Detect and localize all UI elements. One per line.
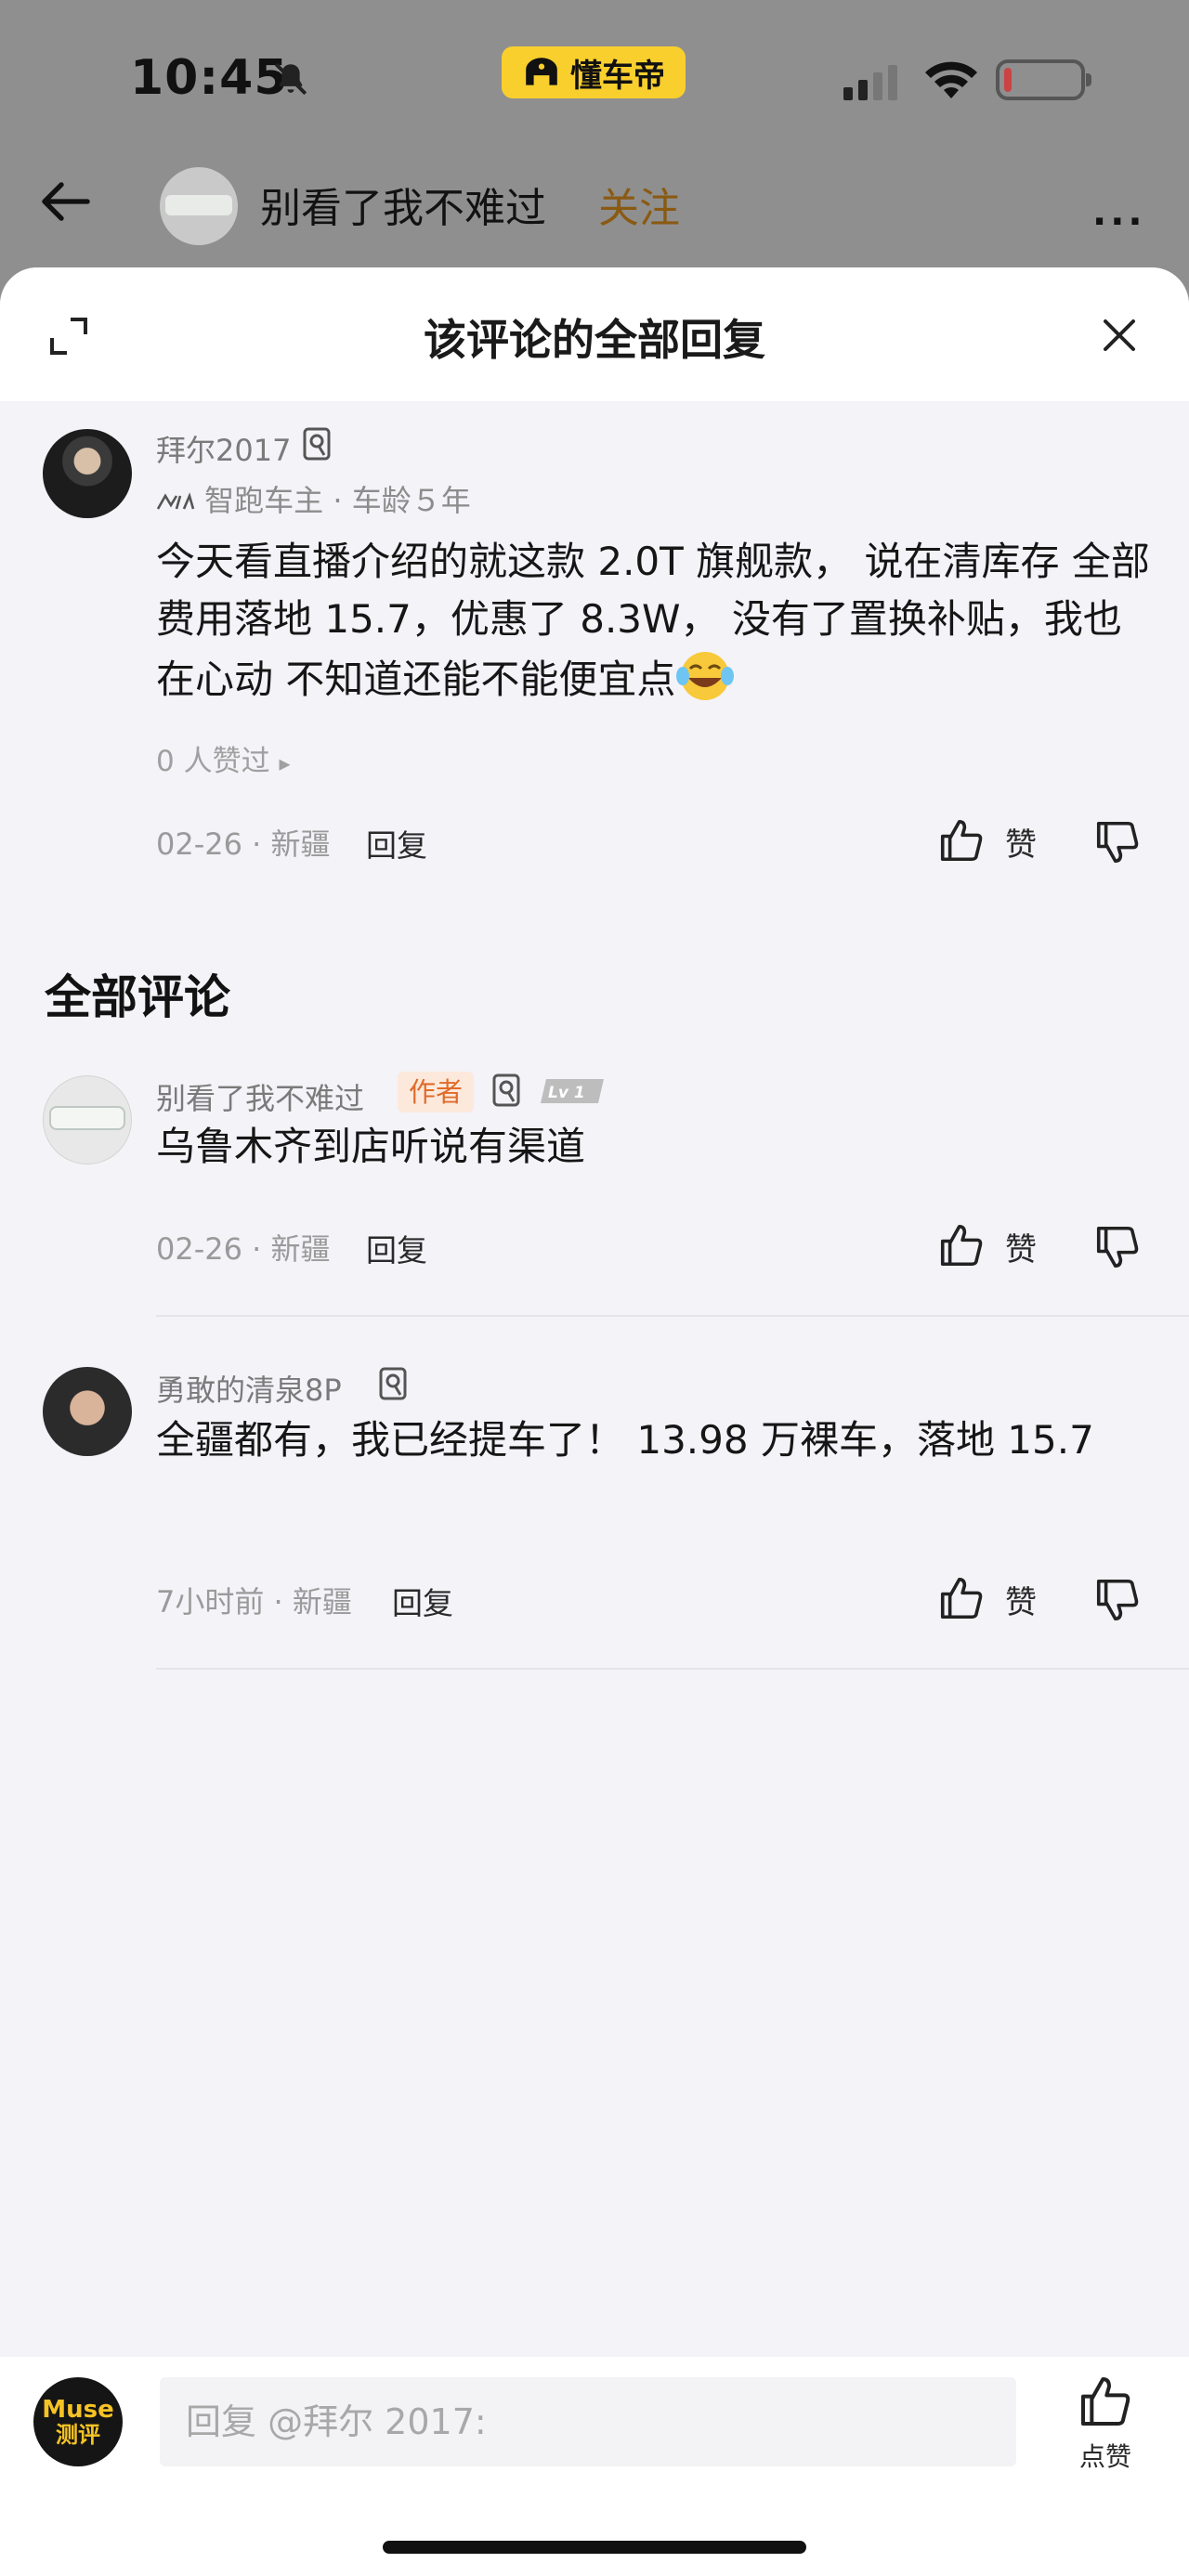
reply-input[interactable] <box>160 2377 1016 2466</box>
battery-icon <box>996 59 1091 100</box>
all-comments-title: 全部评论 <box>45 970 230 1024</box>
page-header: 别看了我不难过 关注 ··· <box>0 149 1189 269</box>
bell-muted-icon <box>274 62 307 96</box>
wifi-icon <box>925 61 977 98</box>
like-label[interactable]: 赞 <box>1005 819 1037 865</box>
verified-owner-badge-icon <box>379 1367 407 1400</box>
like-comment-button[interactable]: 点赞 <box>1059 2372 1152 2474</box>
thumbs-down-icon[interactable] <box>1092 1222 1143 1272</box>
comment-text: 全疆都有，我已经提车了！ 13.98 万裸车，落地 15.7 <box>156 1417 1094 1463</box>
comment-date-location: 02-26 · 新疆 <box>156 826 331 862</box>
commenter-name[interactable]: 别看了我不难过 <box>156 1075 364 1118</box>
thumbs-up-icon[interactable] <box>936 1220 986 1270</box>
author-tag: 作者 <box>398 1072 475 1112</box>
follow-button[interactable]: 关注 <box>598 175 680 234</box>
level-badge-text: Lv 1 <box>548 1084 585 1102</box>
like-label[interactable]: 赞 <box>1005 1224 1037 1269</box>
commenter-avatar[interactable] <box>43 429 132 518</box>
thumbs-down-icon[interactable] <box>1092 1575 1143 1625</box>
comment-text: 乌鲁木齐到店听说有渠道 <box>156 1124 586 1169</box>
close-icon[interactable] <box>1098 314 1141 357</box>
commenter-avatar[interactable] <box>43 1075 132 1164</box>
comment-date-location: 7小时前 · 新疆 <box>156 1584 352 1620</box>
commenter-name[interactable]: 勇敢的清泉8P <box>156 1367 342 1410</box>
battery-level <box>1004 68 1012 92</box>
likes-summary[interactable]: 0 人赞过 ▸ <box>156 737 290 779</box>
reply-button[interactable]: 回复 <box>392 1579 453 1623</box>
verified-owner-badge-icon <box>303 427 331 461</box>
avatar-text-bottom: 测评 <box>56 2422 100 2448</box>
like-label[interactable]: 赞 <box>1005 1577 1037 1622</box>
likes-chevron-icon: ▸ <box>279 750 291 776</box>
laughing-crying-emoji-icon <box>676 652 735 700</box>
thumbs-up-icon[interactable] <box>936 1573 986 1623</box>
author-name[interactable]: 别看了我不难过 <box>260 175 546 234</box>
reply-button[interactable]: 回复 <box>366 1226 427 1270</box>
app-indicator-pill[interactable]: 懂车帝 <box>502 46 686 98</box>
status-bar: 10:45 懂车帝 <box>0 0 1189 149</box>
owner-info: 智跑车主 · 车龄５年 <box>156 477 471 520</box>
sheet-title: 该评论的全部回复 <box>424 315 765 365</box>
sheet-header: 该评论的全部回复 <box>0 267 1189 401</box>
comment-divider <box>156 1315 1189 1317</box>
back-arrow-icon[interactable] <box>35 171 97 232</box>
more-options-icon[interactable]: ··· <box>1092 201 1146 243</box>
home-indicator[interactable] <box>383 2541 806 2554</box>
kia-logo-icon <box>156 492 195 510</box>
verified-owner-badge-icon <box>492 1073 520 1107</box>
reply-button[interactable]: 回复 <box>366 821 427 865</box>
comment-text: 今天看直播介绍的就这款 2.0T 旗舰款， 说在清库存 全部费用落地 15.7，… <box>156 533 1156 709</box>
current-user-avatar[interactable]: Muse 测评 <box>33 2377 123 2466</box>
like-comment-label: 点赞 <box>1078 2441 1131 2472</box>
level-badge-icon: Lv 1 <box>541 1079 604 1103</box>
app-logo-icon <box>526 58 557 85</box>
commenter-avatar[interactable] <box>43 1367 132 1456</box>
commenter-name[interactable]: 拜尔2017 <box>156 427 291 470</box>
avatar-text-top: Muse <box>42 2396 114 2424</box>
thumbs-down-icon[interactable] <box>1092 817 1143 867</box>
comment-date-location: 02-26 · 新疆 <box>156 1231 331 1267</box>
likes-summary-text: 0 人赞过 <box>156 745 270 778</box>
comment-divider <box>156 1668 1189 1670</box>
thumbs-up-icon[interactable] <box>936 815 986 865</box>
status-time: 10:45 <box>130 50 289 106</box>
signal-icon <box>843 65 897 100</box>
thumbs-up-icon <box>1081 2377 1130 2426</box>
app-label: 懂车帝 <box>570 57 665 95</box>
comment-text-content: 今天看直播介绍的就这款 2.0T 旗舰款， 说在清库存 全部费用落地 15.7，… <box>156 539 1150 702</box>
owner-info-text: 智跑车主 · 车龄５年 <box>204 483 471 518</box>
replies-sheet: 该评论的全部回复 拜尔2017 智跑车主 · 车龄５年 今天看直播介绍的就这款 … <box>0 267 1189 2576</box>
author-avatar[interactable] <box>160 167 238 245</box>
